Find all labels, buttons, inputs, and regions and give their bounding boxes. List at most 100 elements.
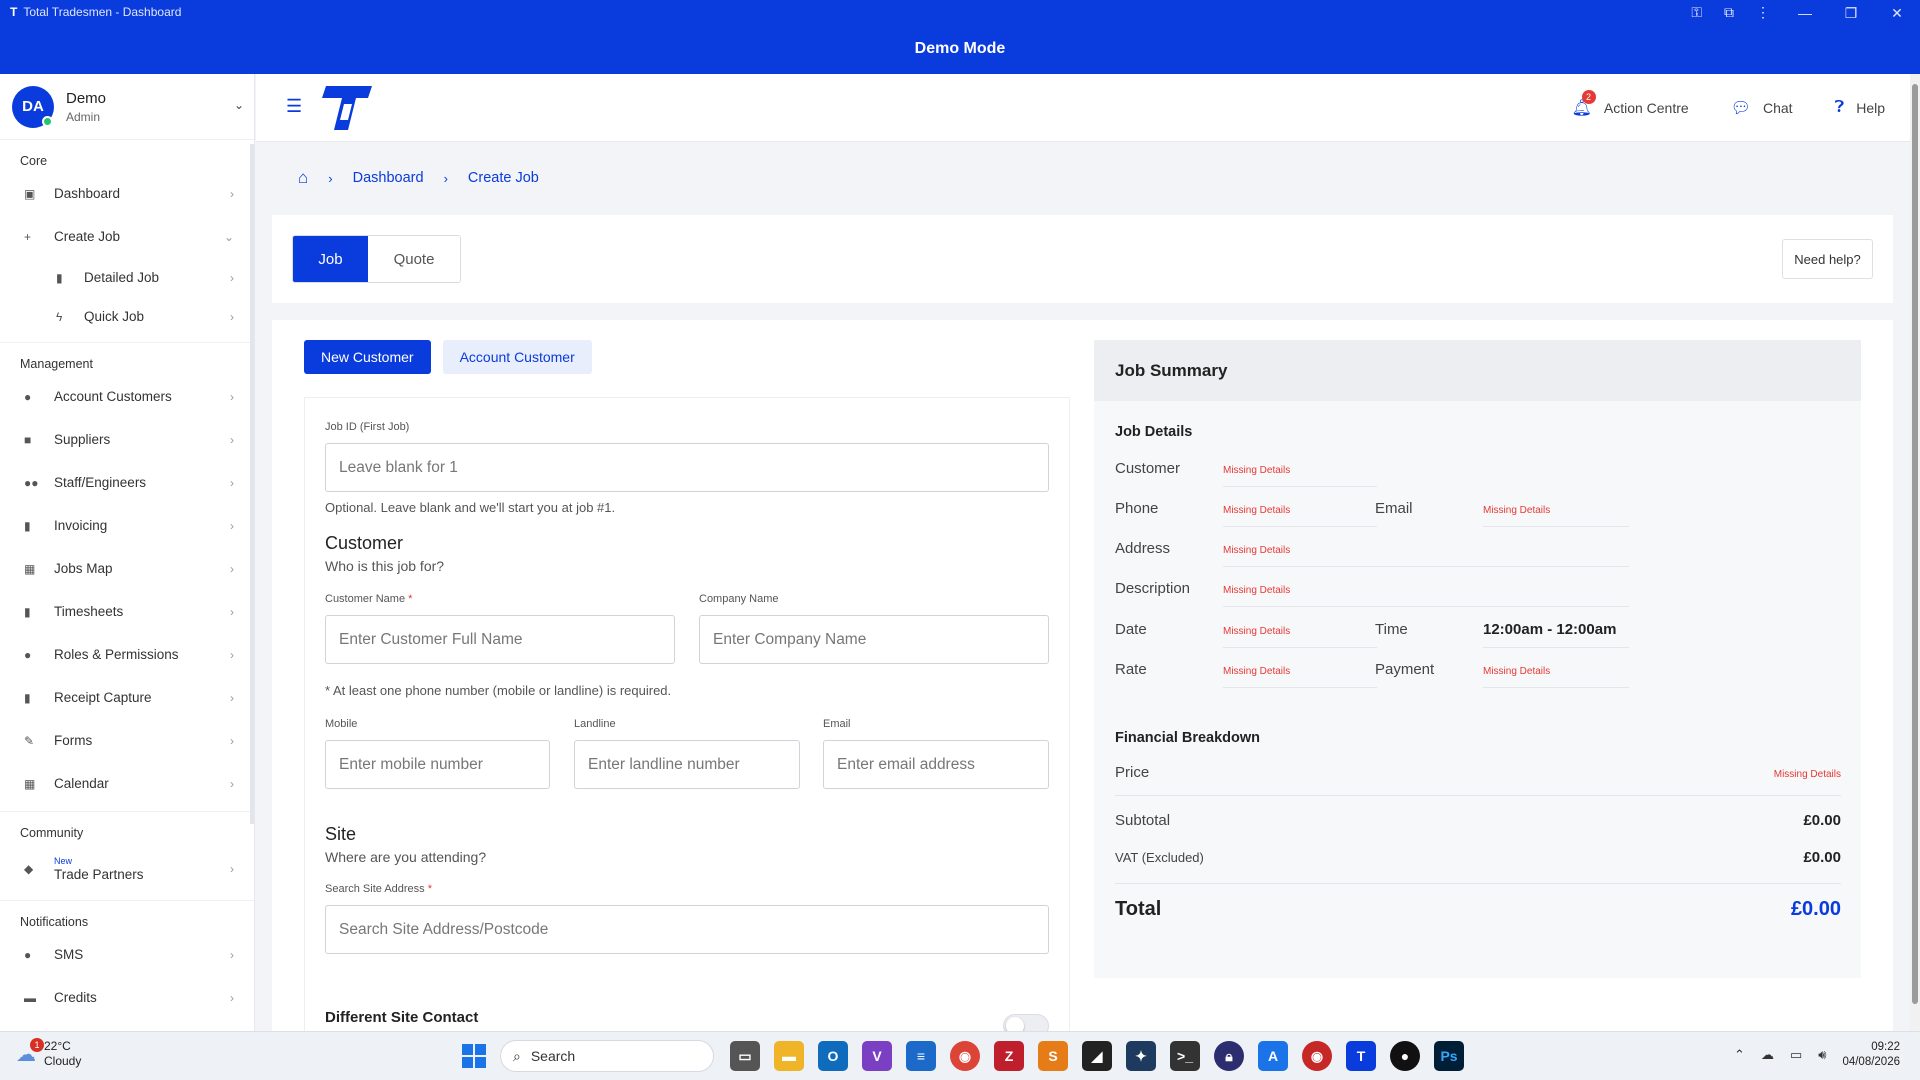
- volume-icon[interactable]: 🔊︎: [1818, 1047, 1826, 1063]
- chrome-canary-icon[interactable]: ◉: [1302, 1041, 1332, 1071]
- taskbar-search-label: Search: [530, 1048, 576, 1064]
- top-header: ☰ 🔔︎ 2 Action Centre 💬︎ Chat ❓︎ Help: [256, 74, 1910, 142]
- landline-placeholder: Enter landline number: [588, 755, 740, 773]
- home-icon[interactable]: ⌂: [298, 168, 308, 188]
- sidebar-item-label: Roles & Permissions: [54, 647, 179, 662]
- sidebar-item-receipt-capture[interactable]: ▮ Receipt Capture ›: [0, 676, 254, 719]
- summary-time-value: 12:00am - 12:00am: [1483, 621, 1617, 638]
- key-icon[interactable]: ⚿: [1691, 4, 1702, 21]
- chevron-down-icon: ⌄: [223, 229, 234, 244]
- tab-job[interactable]: Job: [293, 236, 368, 282]
- ssms-icon[interactable]: ✦: [1126, 1041, 1156, 1071]
- sidebar-item-forms[interactable]: ✎ Forms ›: [0, 719, 254, 762]
- visual-studio-icon[interactable]: V: [862, 1041, 892, 1071]
- weather-widget[interactable]: ☁ 1 22°C Cloudy: [16, 1037, 81, 1069]
- weather-temp: 22°C: [44, 1039, 71, 1053]
- restore-button[interactable]: ❐: [1828, 0, 1874, 26]
- cloud-icon: ☁ 1: [16, 1037, 44, 1067]
- need-help-button[interactable]: Need help?: [1782, 239, 1873, 279]
- chevron-right-icon: ›: [230, 475, 234, 490]
- company-name-placeholder: Enter Company Name: [713, 630, 867, 648]
- summary-description-label: Description: [1115, 580, 1191, 597]
- minimize-button[interactable]: —: [1782, 0, 1828, 26]
- user-menu[interactable]: DA Demo Admin ⌄: [0, 74, 254, 140]
- more-vert-icon[interactable]: ⋮: [1756, 4, 1770, 21]
- cursor-icon[interactable]: ◢: [1082, 1041, 1112, 1071]
- customer-name-input[interactable]: Enter Customer Full Name: [325, 615, 675, 664]
- start-button[interactable]: [462, 1044, 486, 1068]
- file-explorer-icon[interactable]: ▬: [774, 1041, 804, 1071]
- sidebar-item-staff-engineers[interactable]: ●● Staff/Engineers ›: [0, 461, 254, 504]
- sublime-text-icon[interactable]: S: [1038, 1041, 1068, 1071]
- sidebar-item-trade-partners[interactable]: ◆ New Trade Partners ›: [0, 844, 254, 894]
- company-name-input[interactable]: Enter Company Name: [699, 615, 1049, 664]
- customer-subheading: Who is this job for?: [325, 558, 445, 574]
- sidebar-item-suppliers[interactable]: ■ Suppliers ›: [0, 418, 254, 461]
- sidebar-item-credits[interactable]: ▬ Credits ›: [0, 976, 254, 1019]
- sidebar-item-quick-job[interactable]: ϟ Quick Job ›: [0, 297, 254, 336]
- network-icon[interactable]: ▭: [1790, 1047, 1802, 1063]
- site-address-search-input[interactable]: Search Site Address/Postcode: [325, 905, 1049, 954]
- tab-quote[interactable]: Quote: [368, 236, 460, 282]
- chevron-up-icon[interactable]: ⌃: [1734, 1047, 1745, 1063]
- plus-icon: +: [24, 229, 32, 244]
- extension-icon[interactable]: ⧉: [1724, 4, 1734, 21]
- onedrive-icon[interactable]: ☁: [1761, 1047, 1774, 1063]
- sidebar-item-calendar[interactable]: ▦ Calendar ›: [0, 762, 254, 805]
- terminal-icon[interactable]: >_: [1170, 1041, 1200, 1071]
- total-tradesmen-icon[interactable]: T: [1346, 1041, 1376, 1071]
- page-scrollbar[interactable]: [1910, 74, 1920, 1031]
- sidebar-item-invoicing[interactable]: ▮ Invoicing ›: [0, 504, 254, 547]
- summary-total-value: £0.00: [1790, 898, 1841, 920]
- sidebar-item-sms[interactable]: ● SMS ›: [0, 933, 254, 976]
- clock[interactable]: 09:22 04/08/2026: [1842, 1040, 1900, 1070]
- breadcrumb: ⌂ › Dashboard › Create Job: [298, 168, 539, 188]
- azure-icon[interactable]: A: [1258, 1041, 1288, 1071]
- sidebar-item-timesheets[interactable]: ▮ Timesheets ›: [0, 590, 254, 633]
- chrome-icon[interactable]: ◉: [950, 1041, 980, 1071]
- summary-total-label: Total: [1115, 898, 1162, 920]
- user-role: Admin: [66, 109, 101, 124]
- taskbar-search[interactable]: ⌕ Search: [500, 1040, 714, 1072]
- lock-app-icon[interactable]: 🔒︎: [1214, 1041, 1244, 1071]
- landline-input[interactable]: Enter landline number: [574, 740, 800, 789]
- action-centre-button[interactable]: 🔔︎ 2 Action Centre: [1572, 90, 1689, 118]
- mobile-input[interactable]: Enter mobile number: [325, 740, 550, 789]
- breadcrumb-dashboard-link[interactable]: Dashboard: [353, 170, 424, 186]
- sidebar-item-account-customers[interactable]: ● Account Customers ›: [0, 375, 254, 418]
- sidebar-item-label: Forms: [54, 733, 93, 748]
- help-button[interactable]: ❓︎ Help: [1835, 99, 1885, 117]
- sidebar-item-detailed-job[interactable]: ▮ Detailed Job ›: [0, 258, 254, 297]
- summary-customer-missing: Missing Details: [1223, 465, 1291, 476]
- sidebar-scrollbar[interactable]: [250, 144, 254, 824]
- sidebar-item-label: Detailed Job: [84, 270, 160, 285]
- notepad-icon[interactable]: ≡: [906, 1041, 936, 1071]
- summary-price-missing: Missing Details: [1773, 769, 1841, 780]
- chevron-down-icon[interactable]: ⌄: [234, 98, 244, 112]
- chevron-right-icon: ›: [230, 647, 234, 662]
- outlook-icon[interactable]: O: [818, 1041, 848, 1071]
- chevron-right-icon: ›: [230, 862, 234, 876]
- email-input[interactable]: Enter email address: [823, 740, 1049, 789]
- account-customer-tab[interactable]: Account Customer: [442, 340, 592, 374]
- sidebar-item-dashboard[interactable]: ▣ Dashboard ›: [0, 172, 254, 215]
- sidebar-item-label: Account Customers: [54, 389, 172, 404]
- divider: [1115, 795, 1841, 796]
- new-customer-tab[interactable]: New Customer: [304, 340, 431, 374]
- os-taskbar: ☁ 1 22°C Cloudy ⌕ Search ▭ ▬ O V ≡ ◉ Z S…: [0, 1031, 1920, 1080]
- summary-date-label: Date: [1115, 621, 1147, 638]
- photoshop-icon[interactable]: Ps: [1434, 1041, 1464, 1071]
- task-view-icon[interactable]: ▭: [730, 1041, 760, 1071]
- sidebar-item-create-job[interactable]: + Create Job ⌄: [0, 215, 254, 258]
- scrollbar-thumb[interactable]: [1912, 84, 1918, 1004]
- obs-icon[interactable]: ●: [1390, 1041, 1420, 1071]
- sidebar-item-roles-permissions[interactable]: ● Roles & Permissions ›: [0, 633, 254, 676]
- filezilla-icon[interactable]: Z: [994, 1041, 1024, 1071]
- sidebar-item-jobs-map[interactable]: ▦ Jobs Map ›: [0, 547, 254, 590]
- sidebar-item-label: Create Job: [54, 229, 121, 244]
- job-id-input[interactable]: Leave blank for 1: [325, 443, 1049, 492]
- menu-icon[interactable]: ☰: [286, 96, 302, 117]
- chevron-right-icon: ›: [230, 186, 234, 201]
- close-button[interactable]: ✕: [1874, 0, 1920, 26]
- chat-button[interactable]: 💬︎ Chat: [1731, 98, 1793, 118]
